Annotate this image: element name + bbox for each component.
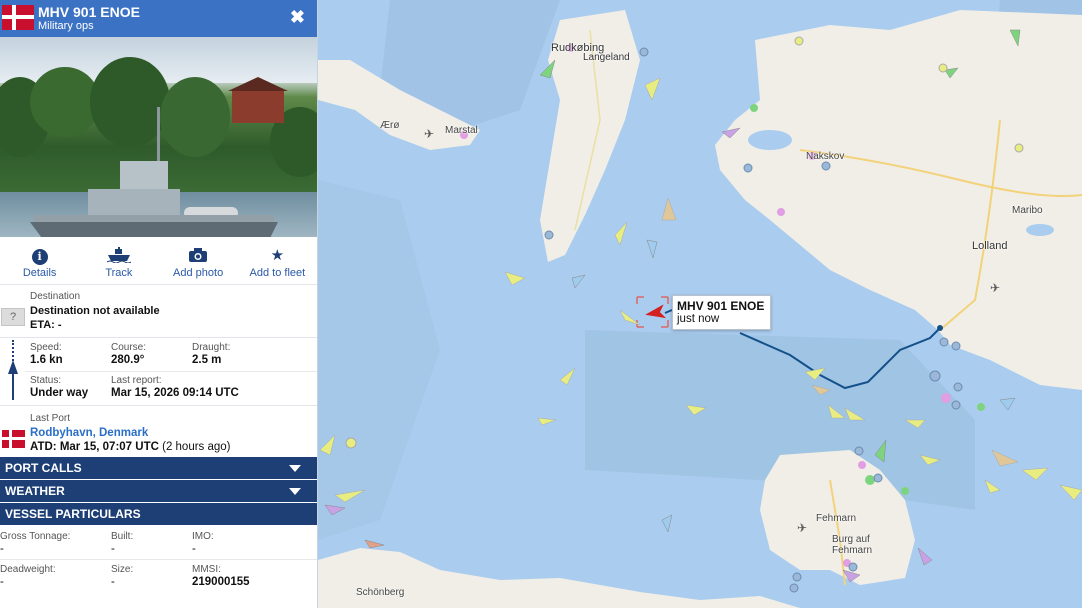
imo-cell: IMO: - (192, 531, 214, 555)
place-lolland: Lolland (972, 240, 1008, 252)
add-photo-label: Add photo (173, 267, 224, 279)
status-cell: Status: Under way (30, 375, 88, 399)
vessel-name: MHV 901 ENOE (38, 4, 140, 20)
close-icon[interactable]: ✖ (290, 8, 305, 26)
deadweight-label: Deadweight: (0, 564, 56, 575)
last-port-link[interactable]: Rodbyhavn, Denmark (30, 427, 148, 439)
vessel-particulars-section[interactable]: VESSEL PARTICULARS (0, 503, 317, 525)
chevron-down-icon (289, 465, 301, 472)
place-burg: Burg auf (832, 534, 870, 545)
add-to-fleet-label: Add to fleet (249, 267, 306, 279)
place-schonberg: Schönberg (356, 587, 405, 598)
built-value: - (111, 543, 115, 555)
place-marstal: Marstal (445, 125, 478, 136)
track-label: Track (105, 267, 133, 279)
size-label: Size: (111, 564, 134, 575)
port-calls-section[interactable]: PORT CALLS (0, 457, 317, 479)
vessel-tooltip[interactable]: MHV 901 ENOE just now (672, 295, 772, 330)
action-bar: i Details Track Add photo ★ Add to fleet (0, 237, 317, 285)
deadweight-cell: Deadweight: - (0, 564, 56, 588)
draught-label: Draught: (192, 342, 231, 353)
atd-value: Mar 15, 07:07 UTC (59, 441, 159, 453)
gross-tonnage-value: - (0, 543, 4, 555)
draught-cell: Draught: 2.5 m (192, 342, 230, 366)
denmark-flag-icon (2, 430, 25, 448)
direction-arrow-icon (8, 360, 18, 374)
airport-icon: ✈ (424, 127, 434, 141)
camera-icon (159, 247, 238, 265)
imo-value: - (192, 543, 196, 555)
place-nakskov: Nakskov (806, 151, 845, 162)
info-icon: i (31, 249, 48, 265)
destination-block: ? Destination Destination not available … (0, 285, 317, 338)
course-cell: Course: 280.9° (111, 342, 146, 366)
course-value: 280.9° (111, 354, 145, 366)
unknown-destination-icon: ? (1, 308, 25, 326)
star-icon: ★ (270, 247, 285, 264)
voyage-line (12, 374, 14, 400)
atd-label: ATD: (30, 441, 57, 453)
place-aero: Ærø (380, 120, 400, 131)
mmsi-cell: MMSI: 219000155 (192, 564, 250, 588)
weather-title: WEATHER (5, 484, 65, 498)
status-value: Under way (30, 387, 89, 399)
details-label: Details (22, 267, 57, 279)
place-langeland: Langeland (583, 52, 630, 63)
track-endpoint (937, 325, 943, 331)
details-button[interactable]: i Details (0, 237, 79, 284)
speed-value: 1.6 kn (30, 354, 63, 366)
destination-value: Destination not available (30, 305, 160, 317)
vessel-header: MHV 901 ENOE Military ops ✖ (0, 0, 317, 37)
airport-icon: ✈ (797, 521, 807, 535)
denmark-flag-icon (2, 5, 34, 30)
last-port-label: Last Port (30, 413, 71, 424)
gross-tonnage-cell: Gross Tonnage: - (0, 531, 70, 555)
voyage-info: Speed: 1.6 kn Course: 280.9° Draught: 2.… (0, 338, 317, 405)
place-burg-fehmarn: Fehmarn (832, 545, 873, 556)
add-photo-button[interactable]: Add photo (159, 237, 238, 284)
mmsi-label: MMSI: (192, 564, 221, 575)
deadweight-value: - (0, 576, 4, 588)
last-report-value: Mar 15, 2026 09:14 UTC (111, 387, 239, 399)
built-cell: Built: - (111, 531, 133, 555)
port-calls-title: PORT CALLS (5, 461, 82, 475)
last-report-label: Last report: (111, 375, 162, 386)
atd-ago: (2 hours ago) (162, 441, 231, 453)
vessel-panel: MHV 901 ENOE Military ops ✖ i Details Tr… (0, 0, 318, 608)
size-value: - (111, 576, 115, 588)
ship-icon (79, 247, 158, 265)
built-label: Built: (111, 531, 134, 542)
speed-label: Speed: (30, 342, 62, 353)
tooltip-time: just now (677, 313, 720, 325)
chevron-down-icon (289, 488, 301, 495)
airport-icon: ✈ (990, 281, 1000, 295)
atd-line: ATD: Mar 15, 07:07 UTC (2 hours ago) (30, 441, 231, 453)
add-to-fleet-button[interactable]: ★ Add to fleet (238, 237, 317, 284)
place-fehmarn: Fehmarn (816, 513, 857, 524)
vessel-particulars-title: VESSEL PARTICULARS (5, 507, 141, 521)
draught-value: 2.5 m (192, 354, 222, 366)
tooltip-vessel-name: MHV 901 ENOE (677, 299, 765, 313)
place-maribo: Maribo (1012, 205, 1043, 216)
weather-section[interactable]: WEATHER (0, 480, 317, 502)
vessel-type: Military ops (38, 20, 94, 32)
particulars-grid: Gross Tonnage: - Built: - IMO: - Deadwei… (0, 526, 317, 608)
speed-cell: Speed: 1.6 kn (30, 342, 63, 366)
app-window: MHV 901 ENOE Military ops ✖ i Details Tr… (0, 0, 1082, 608)
track-button[interactable]: Track (79, 237, 158, 284)
status-label: Status: (30, 375, 62, 386)
mmsi-value: 219000155 (192, 576, 250, 588)
destination-label: Destination (30, 291, 81, 302)
size-cell: Size: - (111, 564, 133, 588)
vessel-photo[interactable] (0, 37, 317, 237)
course-label: Course: (111, 342, 147, 353)
eta-value: ETA: - (30, 319, 62, 331)
last-report-cell: Last report: Mar 15, 2026 09:14 UTC (111, 375, 239, 399)
gross-tonnage-label: Gross Tonnage: (0, 531, 71, 542)
imo-label: IMO: (192, 531, 214, 542)
last-port-block: Last Port Rodbyhavn, Denmark ATD: Mar 15… (0, 405, 317, 457)
